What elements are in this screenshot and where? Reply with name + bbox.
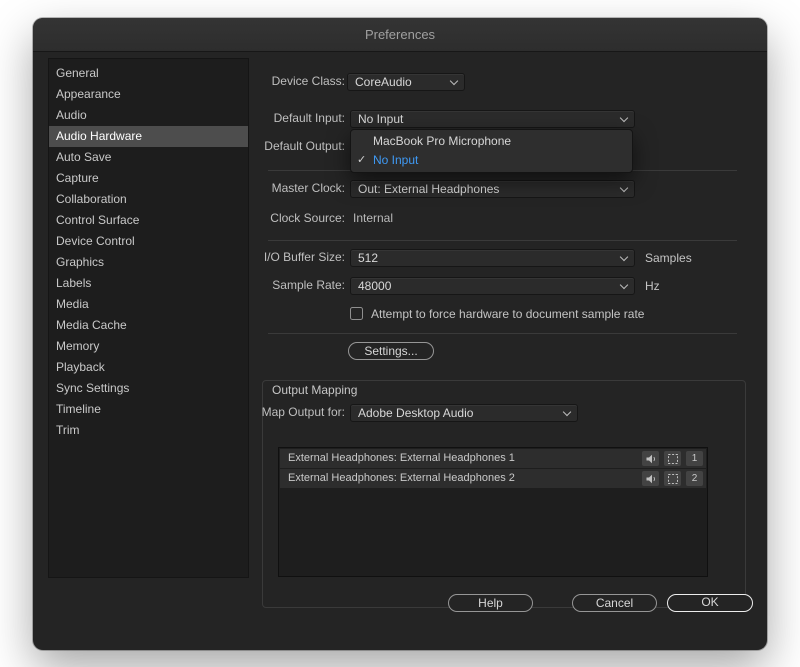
io-buffer-size-label: I/O Buffer Size: [133,249,345,266]
sidebar: General Appearance Audio Audio Hardware … [48,58,249,578]
output-mapping-title: Output Mapping [272,383,357,398]
window-title: Preferences [365,27,435,42]
sidebar-item-media[interactable]: Media [49,294,248,315]
sample-rate-label: Sample Rate: [133,277,345,294]
master-clock-value: Out: External Headphones [358,182,499,196]
sidebar-item-trim[interactable]: Trim [49,420,248,441]
sidebar-item-playback[interactable]: Playback [49,357,248,378]
menu-item-macbook-pro-microphone[interactable]: MacBook Pro Microphone [351,132,632,151]
output-mapping-row[interactable]: External Headphones: External Headphones… [280,469,706,488]
io-buffer-size-dropdown[interactable]: 512 [350,249,635,267]
speaker-icon[interactable] [642,471,659,486]
device-class-label: Device Class: [133,73,345,90]
map-output-for-dropdown[interactable]: Adobe Desktop Audio [350,404,578,422]
channel-number-badge[interactable]: 2 [686,471,703,486]
master-clock-label: Master Clock: [133,180,345,197]
clock-source-label: Clock Source: [133,210,345,227]
io-buffer-size-value: 512 [358,251,378,265]
menu-item-no-input[interactable]: ✓ No Input [351,151,632,170]
chevron-down-icon [620,184,628,192]
device-class-value: CoreAudio [355,75,412,89]
chevron-down-icon [620,253,628,261]
output-mapping-row-label: External Headphones: External Headphones… [288,472,515,484]
chevron-down-icon [450,77,458,85]
sidebar-item-media-cache[interactable]: Media Cache [49,315,248,336]
chevron-down-icon [563,408,571,416]
map-output-for-label: Map Output for: [133,404,345,421]
master-clock-dropdown[interactable]: Out: External Headphones [350,180,635,198]
force-sample-rate-label: Attempt to force hardware to document sa… [371,307,644,321]
ok-button[interactable]: OK [667,594,753,612]
help-button[interactable]: Help [448,594,533,612]
default-input-value: No Input [358,112,403,126]
titlebar[interactable]: Preferences [33,18,767,52]
sample-rate-dropdown[interactable]: 48000 [350,277,635,295]
chevron-down-icon [620,114,628,122]
default-input-open-menu: MacBook Pro Microphone ✓ No Input [350,129,633,173]
sample-rate-value: 48000 [358,279,391,293]
divider [268,240,737,241]
output-mapping-row-label: External Headphones: External Headphones… [288,452,515,464]
force-sample-rate-checkbox[interactable] [350,307,363,320]
sample-rate-unit: Hz [645,278,660,295]
sidebar-item-sync-settings[interactable]: Sync Settings [49,378,248,399]
default-output-label: Default Output: [133,138,345,155]
cancel-button[interactable]: Cancel [572,594,657,612]
default-input-label: Default Input: [133,110,345,127]
clock-source-value: Internal [353,210,393,227]
output-mapping-row[interactable]: External Headphones: External Headphones… [280,449,706,468]
device-class-dropdown[interactable]: CoreAudio [347,73,465,91]
preferences-window: Preferences General Appearance Audio Aud… [33,18,767,650]
sidebar-item-memory[interactable]: Memory [49,336,248,357]
chevron-down-icon [620,281,628,289]
output-mapping-list: External Headphones: External Headphones… [278,447,708,577]
settings-button[interactable]: Settings... [348,342,434,360]
default-input-dropdown[interactable]: No Input [350,110,635,128]
dashed-square-icon[interactable] [664,471,681,486]
divider [268,333,737,334]
map-output-for-value: Adobe Desktop Audio [358,406,473,420]
menu-item-label: No Input [373,153,418,167]
io-buffer-size-unit: Samples [645,250,692,267]
channel-number-badge[interactable]: 1 [686,451,703,466]
dashed-square-icon[interactable] [664,451,681,466]
speaker-icon[interactable] [642,451,659,466]
check-icon: ✓ [357,151,366,170]
